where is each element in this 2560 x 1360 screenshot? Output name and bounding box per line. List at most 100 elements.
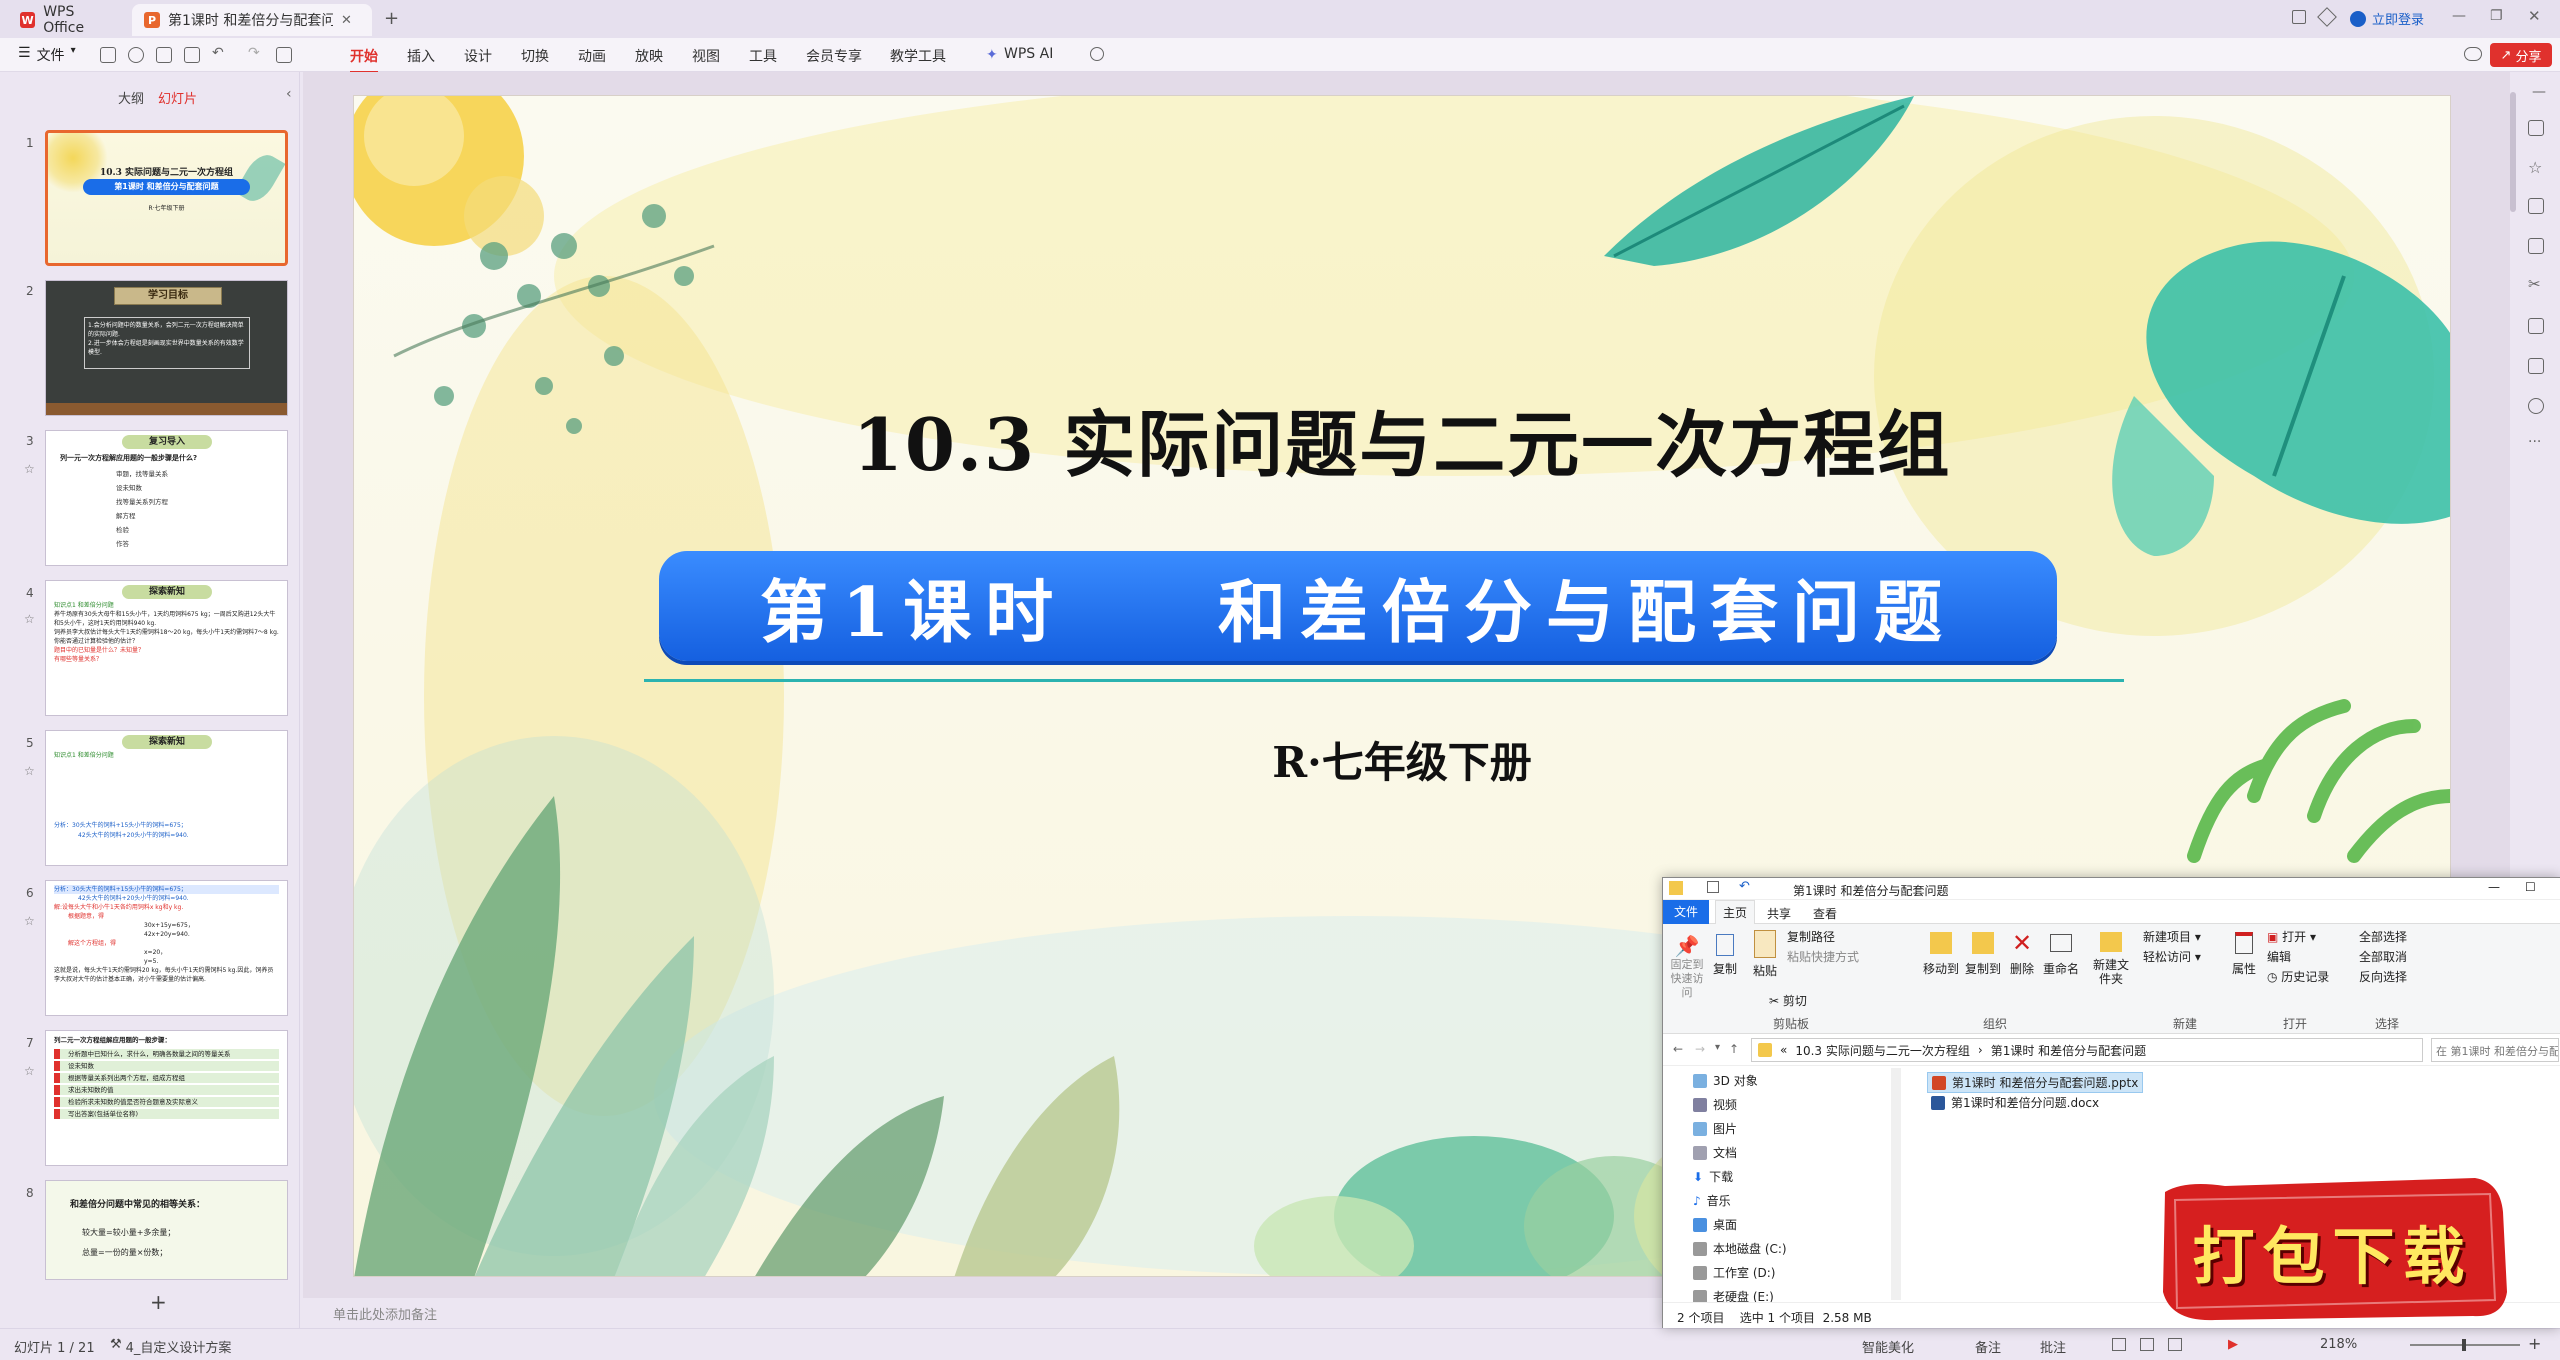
tree-item[interactable]: 工作室 (D:) <box>1693 1264 1775 1281</box>
close-window-icon[interactable]: ✕ <box>2528 7 2541 25</box>
cloud-icon[interactable] <box>2464 47 2482 61</box>
file-item[interactable]: 第1课时和差倍分问题.docx <box>1931 1094 2099 1111</box>
menu-wps-ai[interactable]: WPS AI <box>1004 46 1053 62</box>
star-icon[interactable]: ☆ <box>24 914 35 928</box>
slide-thumbnail-2[interactable]: 学习目标 1.会分析问题中的数量关系，会列二元一次方程组解决简单的实际问题. 2… <box>45 280 288 416</box>
theme-label[interactable]: ⚒ 4_自定义设计方案 <box>110 1337 231 1356</box>
reading-view-icon[interactable] <box>2168 1338 2182 1351</box>
book-icon[interactable] <box>2528 318 2544 334</box>
star-icon[interactable]: ☆ <box>24 612 35 626</box>
star-icon[interactable]: ☆ <box>24 1064 35 1078</box>
smart-beautify-button[interactable]: 智能美化 <box>1862 1337 1914 1356</box>
breadcrumb-item[interactable]: 10.3 实际问题与二元一次方程组 <box>1795 1042 1970 1059</box>
menu-tools[interactable]: 工具 <box>749 46 777 66</box>
image-icon[interactable] <box>2528 238 2544 254</box>
undo-icon[interactable]: ↶ <box>1739 879 1750 894</box>
menu-view[interactable]: 视图 <box>692 46 720 66</box>
notes-area[interactable]: 单击此处添加备注 <box>303 1298 1663 1328</box>
properties-button[interactable]: 属性 <box>2229 932 2259 977</box>
move-to-button[interactable]: 移动到 <box>1921 932 1961 977</box>
download-promo-badge[interactable]: 打包下载 <box>2155 1172 2510 1324</box>
more-icon[interactable]: ··· <box>2528 434 2541 450</box>
redo-icon[interactable]: ↷ <box>248 45 260 61</box>
tab-outline[interactable]: 大纲 <box>118 88 144 107</box>
tools-icon[interactable]: ✂ <box>2528 275 2541 293</box>
menu-teaching-tools[interactable]: 教学工具 <box>890 46 946 66</box>
ribbon-tab-home[interactable]: 主页 <box>1715 900 1755 924</box>
history-dropdown-icon[interactable]: ▾ <box>1715 1042 1720 1053</box>
export-icon[interactable] <box>184 47 200 63</box>
tree-item[interactable]: 本地磁盘 (C:) <box>1693 1240 1787 1257</box>
slide-thumbnail-1[interactable]: 10.3 实际问题与二元一次方程组 第1课时 和差倍分与配套问题 R·七年级下册 <box>45 130 288 266</box>
select-none-button[interactable]: 全部取消 <box>2359 948 2407 965</box>
star-icon[interactable]: ☆ <box>24 462 35 476</box>
copy-button[interactable]: 复制 <box>1707 934 1743 977</box>
tree-item[interactable]: ⬇ 下载 <box>1693 1168 1733 1185</box>
zoom-level[interactable]: 218% <box>2320 1337 2357 1352</box>
invert-select-button[interactable]: 反向选择 <box>2359 968 2407 985</box>
paste-shortcut-button[interactable]: 粘贴快捷方式 <box>1787 948 1859 965</box>
delete-button[interactable]: ✕ 删除 <box>2007 930 2037 977</box>
menu-animation[interactable]: 动画 <box>578 46 606 66</box>
ribbon-tab-share[interactable]: 共享 <box>1767 905 1791 922</box>
canvas-scrollbar[interactable] <box>2510 92 2516 212</box>
new-tab-icon[interactable]: + <box>384 8 399 29</box>
breadcrumb-item[interactable]: 第1课时 和差倍分与配套问题 <box>1991 1042 2146 1059</box>
share-button[interactable]: ↗ 分享 <box>2490 43 2552 67</box>
rename-button[interactable]: 重命名 <box>2041 932 2081 977</box>
edit-button[interactable]: 编辑 <box>2267 948 2291 965</box>
file-item-selected[interactable]: 第1课时 和差倍分与配套问题.pptx <box>1927 1072 2144 1093</box>
slide-thumbnail-3[interactable]: 复习导入 列一元一次方程解应用题的一般步骤是什么? 审题，找等量关系 设未知数 … <box>45 430 288 566</box>
format-icon[interactable] <box>276 47 292 63</box>
tree-item[interactable]: 视频 <box>1693 1096 1737 1113</box>
new-item-button[interactable]: 新建项目 ▾ <box>2143 928 2201 945</box>
menu-start[interactable]: 开始 <box>350 46 378 73</box>
slide-thumbnail-7[interactable]: 列二元一次方程组解应用题的一般步骤： 分析题中已知什么，求什么，明确各数量之间的… <box>45 1030 288 1166</box>
tree-item[interactable]: 文档 <box>1693 1144 1737 1161</box>
cube-icon[interactable] <box>2317 7 2337 27</box>
ribbon-tab-view[interactable]: 查看 <box>1813 905 1837 922</box>
copy-to-button[interactable]: 复制到 <box>1963 932 2003 977</box>
history-button[interactable]: ◷ 历史记录 <box>2267 968 2329 985</box>
up-icon[interactable]: ↑ <box>1729 1042 1739 1056</box>
minus-icon[interactable]: — <box>2532 84 2546 100</box>
maximize-icon[interactable]: ❐ <box>2490 8 2503 24</box>
menu-design[interactable]: 设计 <box>464 46 492 66</box>
maximize-icon[interactable]: ☐ <box>2525 880 2536 894</box>
tree-item[interactable]: 图片 <box>1693 1120 1737 1137</box>
normal-view-icon[interactable] <box>2112 1338 2126 1351</box>
tab-wps-office[interactable]: W WPS Office <box>8 4 128 36</box>
easy-access-button[interactable]: 轻松访问 ▾ <box>2143 948 2201 965</box>
undo-icon[interactable]: ↶ <box>212 45 224 61</box>
window-icon[interactable] <box>2292 10 2306 24</box>
print-icon[interactable] <box>156 47 172 63</box>
select-all-button[interactable]: 全部选择 <box>2359 928 2407 945</box>
slide-thumbnail-6[interactable]: 分析：30头大牛的饲料+15头小牛的饲料=675； 42头大牛的饲料+20头小牛… <box>45 880 288 1016</box>
close-icon[interactable]: ✕ <box>341 13 352 28</box>
star-icon[interactable]: ☆ <box>2528 158 2542 177</box>
tree-item[interactable]: ♪ 音乐 <box>1693 1192 1731 1209</box>
search-doc-icon[interactable] <box>128 47 144 63</box>
slide-thumbnail-4[interactable]: 探索新知 知识点1 和差倍分问题 养牛场原有30头大母牛和15头小牛，1天约用饲… <box>45 580 288 716</box>
add-slide-button[interactable]: + <box>150 1290 167 1314</box>
paste-button[interactable]: 粘贴 <box>1747 930 1783 979</box>
save-icon[interactable] <box>100 47 116 63</box>
cut-button[interactable]: ✂ 剪切 <box>1769 992 1807 1009</box>
help-icon[interactable] <box>2528 398 2544 414</box>
menu-insert[interactable]: 插入 <box>407 46 435 66</box>
copy-icon[interactable] <box>2528 198 2544 214</box>
search-input[interactable]: 在 第1课时 和差倍分与配套问题 中... <box>2431 1038 2559 1062</box>
slide-title[interactable]: 10.3 实际问题与二元一次方程组 <box>354 386 2450 491</box>
adjust-icon[interactable] <box>2528 120 2544 136</box>
login-button[interactable]: 立即登录 <box>2350 9 2424 28</box>
slide-thumbnail-5[interactable]: 探索新知 知识点1 和差倍分问题 分析：30头大牛的饲料+15头小牛的饲料=67… <box>45 730 288 866</box>
translate-icon[interactable] <box>2528 358 2544 374</box>
checkbox-icon[interactable] <box>1707 881 1719 893</box>
menu-transition[interactable]: 切换 <box>521 46 549 66</box>
minimize-icon[interactable]: — <box>2488 880 2500 894</box>
play-icon[interactable]: ▶ <box>2228 1337 2238 1352</box>
copy-path-button[interactable]: 复制路径 <box>1787 928 1835 945</box>
subtitle-banner[interactable]: 第1课时 和差倍分与配套问题 <box>659 551 2057 661</box>
address-bar[interactable]: « 10.3 实际问题与二元一次方程组 › 第1课时 和差倍分与配套问题 <box>1751 1038 2423 1062</box>
comment-toggle[interactable]: 批注 <box>2040 1337 2066 1356</box>
